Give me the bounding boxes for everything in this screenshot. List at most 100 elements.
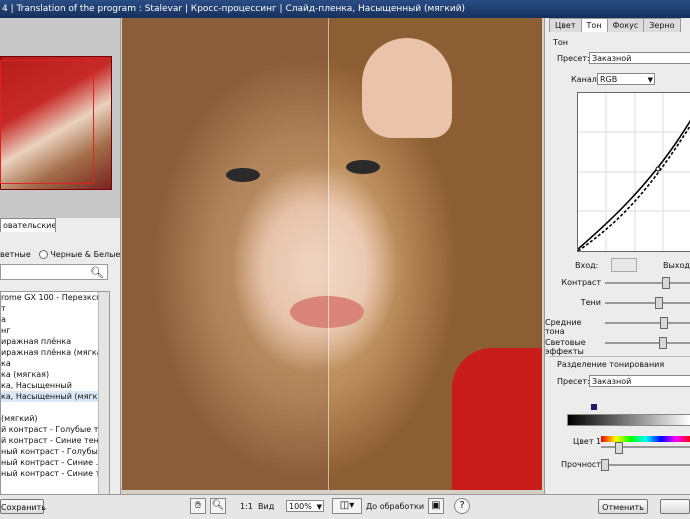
preset-list[interactable]: rome GX 100 - Перезкспо... т а нг иражная пл…: [0, 291, 110, 494]
photo-hand: [362, 38, 452, 138]
midtones-label: Средние тона: [545, 318, 582, 336]
split-view-toggle-icon[interactable]: ◫▾: [332, 498, 362, 514]
highlights-label: Световые эффекты: [545, 338, 586, 356]
photo-canvas[interactable]: [122, 18, 542, 490]
preset-list-scrollbar[interactable]: [98, 292, 109, 494]
midtones-track[interactable]: [605, 322, 690, 324]
actual-size-label[interactable]: 1:1: [240, 502, 253, 511]
photo-right-eye: [346, 160, 380, 174]
strength-label: Прочность: [561, 460, 606, 469]
preset-list-item[interactable]: ный контраст - Синие ...: [1, 457, 109, 468]
split-color-marker[interactable]: [591, 404, 597, 410]
tab-focus[interactable]: Фокус: [606, 18, 645, 32]
photo-before-half: [122, 18, 328, 490]
split-balance-gradient[interactable]: [567, 414, 690, 426]
strength-track[interactable]: [601, 464, 690, 466]
tone-curve-editor[interactable]: [577, 92, 690, 252]
tab-custom-presets[interactable]: овательские: [0, 218, 56, 232]
contrast-track[interactable]: [605, 282, 690, 284]
right-panel: Цвет Тон Фокус Зерно Тон Пресет: Заказной К…: [544, 18, 690, 494]
tone-group-title: Тон: [553, 38, 569, 47]
highlights-slider[interactable]: Световые эффекты: [545, 336, 690, 356]
tone-preset-value: Заказной: [592, 54, 632, 63]
input-value-field[interactable]: [611, 258, 637, 272]
navigator-viewport-frame[interactable]: [0, 60, 94, 184]
preview-window-icon[interactable]: ▣: [428, 498, 444, 514]
bottom-toolbar: Сохранить ✋︎ 🔍︎ 1:1 Вид 100% ▼ ◫▾ До обр…: [0, 494, 690, 519]
preset-list-item[interactable]: [1, 402, 109, 413]
divider: [549, 356, 690, 357]
preset-list-item[interactable]: т: [1, 303, 109, 314]
left-panel: овательские ветные Черные & Белые 🔍︎ rom…: [0, 18, 121, 494]
tab-grain[interactable]: Зерно: [643, 18, 681, 32]
chevron-down-icon: ▼: [316, 503, 322, 511]
window-title: 4 | Translation of the program : Staleva…: [0, 0, 690, 18]
midtones-slider[interactable]: Средние тона: [545, 316, 690, 336]
preset-list-item[interactable]: ка: [1, 358, 109, 369]
contrast-slider[interactable]: Контраст: [545, 276, 690, 290]
preset-list-item[interactable]: ка, Насыщенный (мягкий): [1, 391, 109, 402]
preset-list-item[interactable]: й контраст - Синие тени: [1, 435, 109, 446]
highlights-thumb[interactable]: [658, 337, 667, 349]
cancel-button[interactable]: Отменить: [598, 499, 648, 514]
hand-tool-icon[interactable]: ✋︎: [190, 498, 206, 514]
channel-label: Канал:: [571, 75, 600, 84]
before-processing-label: До обработки: [366, 502, 425, 511]
view-label: Вид: [258, 502, 275, 511]
shadows-label: Тени: [580, 298, 601, 307]
tone-curve-graph[interactable]: [577, 93, 690, 252]
split-toning-title: Разделение тонирования: [557, 360, 665, 369]
radio-bw-label[interactable]: Черные & Белые: [50, 250, 120, 259]
split-preset-label: Пресет:: [557, 377, 590, 386]
preset-list-item[interactable]: нг: [1, 325, 109, 336]
zoom-value: 100%: [289, 502, 312, 511]
preset-list-item[interactable]: ка, Насыщенный: [1, 380, 109, 391]
preset-list-item[interactable]: а: [1, 314, 109, 325]
tab-color[interactable]: Цвет: [549, 18, 582, 32]
tone-preset-dropdown[interactable]: Заказной: [589, 52, 690, 64]
ok-button[interactable]: [660, 499, 690, 514]
shadows-thumb[interactable]: [655, 297, 664, 309]
strength-thumb[interactable]: [601, 459, 609, 471]
search-input[interactable]: 🔍︎: [0, 264, 108, 280]
zoom-tool-icon[interactable]: 🔍︎: [210, 498, 226, 514]
split-preset-dropdown[interactable]: Заказной: [589, 375, 690, 387]
midtones-thumb[interactable]: [660, 317, 669, 329]
photo-left-eye: [226, 168, 260, 182]
preset-list-item[interactable]: (мягкий): [1, 413, 109, 424]
zoom-dropdown[interactable]: 100% ▼: [286, 500, 324, 512]
preset-list-item[interactable]: й контраст - Голубые тени: [1, 424, 109, 435]
preset-list-item[interactable]: ный контраст - Синие те...: [1, 468, 109, 479]
output-label: Выход:: [663, 261, 690, 270]
preset-list-item[interactable]: rome GX 100 - Перезкспо...: [1, 292, 109, 303]
channel-value: RGB: [600, 75, 618, 84]
before-after-split-line[interactable]: [328, 18, 329, 490]
color-mode-radios: ветные Черные & Белые: [0, 250, 120, 262]
contrast-label: Контраст: [561, 278, 601, 287]
shadows-track[interactable]: [605, 302, 690, 304]
contrast-thumb[interactable]: [662, 277, 671, 289]
settings-tabs: Цвет Тон Фокус Зерно: [549, 18, 681, 32]
split-preset-value: Заказной: [592, 377, 632, 386]
hue-thumb[interactable]: [615, 442, 623, 454]
radio-bw[interactable]: [39, 250, 49, 259]
search-icon[interactable]: 🔍︎: [90, 266, 104, 279]
color1-label: Цвет 1: [573, 437, 602, 446]
help-icon[interactable]: ?: [454, 498, 470, 514]
preset-list-item[interactable]: ный контраст - Голубые...: [1, 446, 109, 457]
save-button[interactable]: Сохранить: [0, 499, 46, 514]
photo-lips: [290, 296, 364, 328]
tab-tone[interactable]: Тон: [580, 18, 608, 32]
highlights-track[interactable]: [605, 342, 690, 344]
radio-color-label[interactable]: ветные: [0, 250, 31, 259]
channel-dropdown[interactable]: RGB ▼: [597, 73, 655, 85]
input-label: Вход:: [575, 261, 599, 270]
shadows-slider[interactable]: Тени: [545, 296, 690, 310]
preset-label: Пресет:: [557, 54, 590, 63]
photo-red-hood: [452, 348, 542, 490]
preset-list-item[interactable]: иражная плёнка (мягкая): [1, 347, 109, 358]
chevron-down-icon: ▼: [647, 76, 653, 84]
preset-list-item[interactable]: ка (мягкая): [1, 369, 109, 380]
navigator-box: [0, 18, 120, 218]
preset-list-item[interactable]: иражная плёнка: [1, 336, 109, 347]
